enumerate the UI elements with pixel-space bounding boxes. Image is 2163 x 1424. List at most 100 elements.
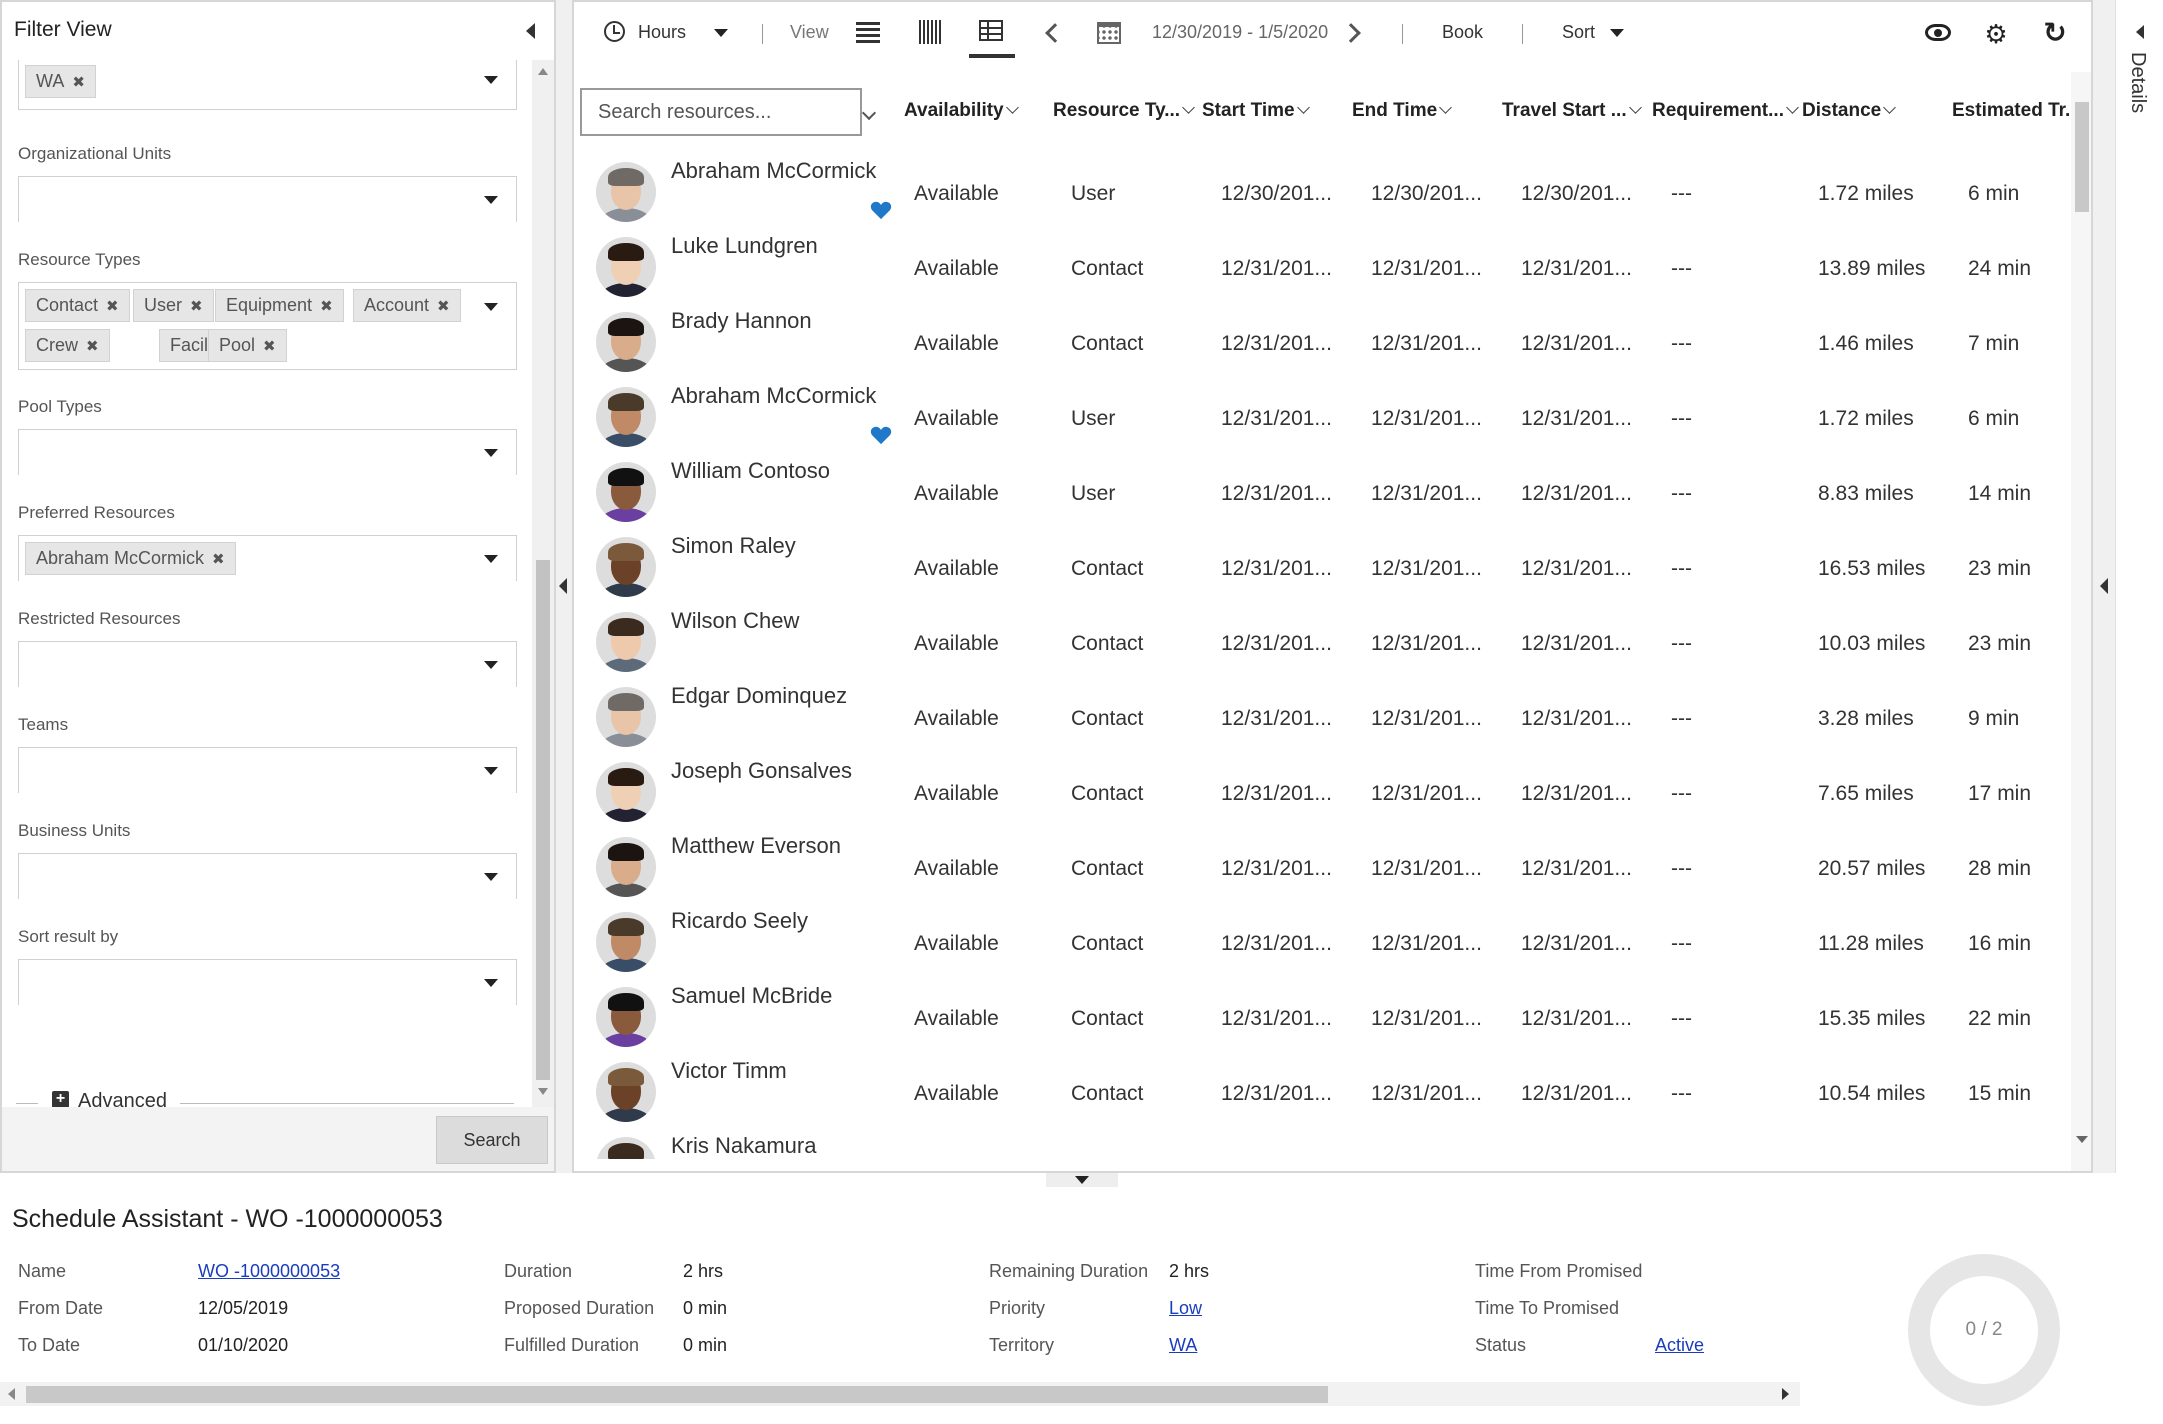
chevron-down-icon[interactable] [1075, 1176, 1089, 1184]
table-row[interactable]: Kris Nakamura [574, 1129, 2069, 1159]
search-button[interactable]: Search [436, 1116, 548, 1164]
clock-icon[interactable] [604, 21, 625, 42]
table-row[interactable]: Abraham McCormick Available User 12/31/201.… [574, 379, 2069, 454]
teams-select[interactable] [18, 747, 517, 793]
eye-icon[interactable] [1925, 24, 1951, 41]
territory-link[interactable]: WA [1169, 1335, 1197, 1356]
resource-name[interactable]: Abraham McCormick [671, 158, 876, 184]
table-row[interactable]: Victor Timm Available Contact 12/31/201... 1… [574, 1054, 2069, 1129]
table-row[interactable]: Luke Lundgren Available Contact 12/31/201..… [574, 229, 2069, 304]
chevron-down-icon[interactable] [1439, 101, 1453, 114]
remove-chip-icon[interactable]: ✖ [190, 298, 203, 315]
scroll-left-icon[interactable] [8, 1388, 15, 1400]
chevron-down-icon[interactable] [484, 303, 498, 311]
calendar-icon[interactable] [1097, 22, 1121, 44]
chevron-down-icon[interactable] [1610, 29, 1624, 37]
column-travel-start[interactable]: Travel Start ... [1502, 100, 1642, 122]
org-units-select[interactable] [18, 176, 517, 222]
chevron-down-icon[interactable] [484, 554, 498, 563]
filter-scrollbar[interactable] [532, 60, 554, 1107]
resource-name[interactable]: Ricardo Seely [671, 908, 808, 934]
chevron-down-icon[interactable] [484, 448, 498, 457]
resource-name[interactable]: Luke Lundgren [671, 233, 818, 259]
resource-name[interactable]: Brady Hannon [671, 308, 812, 334]
chevron-down-icon[interactable] [861, 105, 877, 121]
scrollbar-thumb[interactable] [2075, 102, 2089, 212]
business-units-select[interactable] [18, 853, 517, 899]
table-row[interactable]: Joseph Gonsalves Available Contact 12/31/20… [574, 754, 2069, 829]
advanced-section[interactable]: + Advanced [16, 1090, 515, 1107]
work-order-link[interactable]: WO -1000000053 [198, 1261, 340, 1282]
column-resource-type[interactable]: Resource Ty... [1053, 100, 1195, 122]
table-row[interactable]: Brady Hannon Available Contact 12/31/201...… [574, 304, 2069, 379]
scroll-down-icon[interactable] [538, 1088, 548, 1095]
hours-dropdown[interactable]: Hours [638, 22, 686, 43]
search-resources-input[interactable] [580, 88, 862, 136]
table-row[interactable]: Wilson Chew Available Contact 12/31/201... 1… [574, 604, 2069, 679]
vertical-view-icon[interactable] [919, 20, 941, 44]
list-view-icon[interactable] [856, 22, 880, 43]
left-splitter[interactable] [556, 0, 572, 1173]
grid-scrollbar[interactable] [2071, 72, 2091, 1171]
table-row[interactable]: William Contoso Available User 12/31/201...… [574, 454, 2069, 529]
chevron-down-icon[interactable] [1182, 101, 1195, 114]
resource-name[interactable]: Victor Timm [671, 1058, 787, 1084]
remove-chip-icon[interactable]: ✖ [212, 551, 225, 568]
chevron-down-icon[interactable] [484, 978, 498, 987]
scrollbar-thumb[interactable] [26, 1386, 1328, 1403]
next-icon[interactable] [1341, 23, 1361, 43]
collapse-left-icon[interactable] [559, 578, 567, 594]
chevron-down-icon[interactable] [1296, 101, 1310, 114]
grid-view-icon[interactable] [979, 20, 1003, 41]
pool-types-select[interactable] [18, 429, 517, 475]
sort-result-select[interactable] [18, 959, 517, 1005]
chevron-down-icon[interactable] [1786, 101, 1799, 114]
column-availability[interactable]: Availability [904, 100, 1019, 122]
scroll-up-icon[interactable] [538, 68, 548, 75]
column-estimated-travel[interactable]: Estimated Tr... [1952, 100, 2081, 122]
table-row[interactable]: Matthew Everson Available Contact 12/31/201… [574, 829, 2069, 904]
table-row[interactable]: Samuel McBride Available Contact 12/31/201.… [574, 979, 2069, 1054]
remove-chip-icon[interactable]: ✖ [106, 298, 119, 315]
book-button[interactable]: Book [1442, 22, 1483, 43]
resource-name[interactable]: Samuel McBride [671, 983, 832, 1009]
preferred-resources-select[interactable]: Abraham McCormick ✖ [18, 535, 517, 581]
details-label[interactable]: Details [2126, 52, 2149, 113]
previous-icon[interactable] [1045, 23, 1065, 43]
scroll-down-icon[interactable] [2076, 1136, 2088, 1143]
expand-details-icon[interactable] [2100, 578, 2108, 594]
details-rail[interactable]: Details [2115, 0, 2163, 1173]
column-requirement[interactable]: Requirement... [1652, 100, 1799, 122]
bottom-panel-toggle[interactable] [1046, 1173, 1118, 1187]
remove-chip-icon[interactable]: ✖ [437, 298, 450, 315]
chevron-down-icon[interactable] [484, 195, 498, 204]
remove-chip-icon[interactable]: ✖ [320, 298, 333, 315]
chevron-down-icon[interactable] [1005, 101, 1019, 114]
chevron-down-icon[interactable] [1628, 101, 1642, 114]
table-row[interactable]: Simon Raley Available Contact 12/31/201... 1… [574, 529, 2069, 604]
priority-link[interactable]: Low [1169, 1298, 1202, 1319]
resource-name[interactable]: Joseph Gonsalves [671, 758, 852, 784]
date-range[interactable]: 12/30/2019 - 1/5/2020 [1152, 22, 1328, 43]
territory-select[interactable]: WA ✖ [18, 60, 517, 110]
sort-dropdown[interactable]: Sort [1562, 22, 1595, 43]
collapse-filter-icon[interactable] [526, 23, 535, 39]
column-start-time[interactable]: Start Time [1202, 100, 1310, 122]
table-row[interactable]: Ricardo Seely Available Contact 12/31/201..… [574, 904, 2069, 979]
resource-name[interactable]: Wilson Chew [671, 608, 799, 634]
table-row[interactable]: Abraham McCormick Available User 12/30/201.… [574, 154, 2069, 229]
chevron-down-icon[interactable] [714, 29, 728, 37]
resource-name[interactable]: Edgar Dominquez [671, 683, 847, 709]
horizontal-scrollbar[interactable] [0, 1382, 1800, 1406]
gear-icon[interactable]: ⚙ [1984, 21, 2008, 47]
expand-details-icon[interactable] [2136, 25, 2144, 39]
resource-name[interactable]: Kris Nakamura [671, 1133, 816, 1159]
remove-chip-icon[interactable]: ✖ [263, 338, 276, 355]
resource-name[interactable]: Matthew Everson [671, 833, 841, 859]
table-row[interactable]: Edgar Dominquez Available Contact 12/31/201… [574, 679, 2069, 754]
scrollbar-thumb[interactable] [536, 560, 550, 1080]
resource-name[interactable]: Abraham McCormick [671, 383, 876, 409]
column-end-time[interactable]: End Time [1352, 100, 1453, 122]
refresh-icon[interactable]: ↻ [2042, 19, 2068, 47]
column-distance[interactable]: Distance [1802, 100, 1897, 122]
